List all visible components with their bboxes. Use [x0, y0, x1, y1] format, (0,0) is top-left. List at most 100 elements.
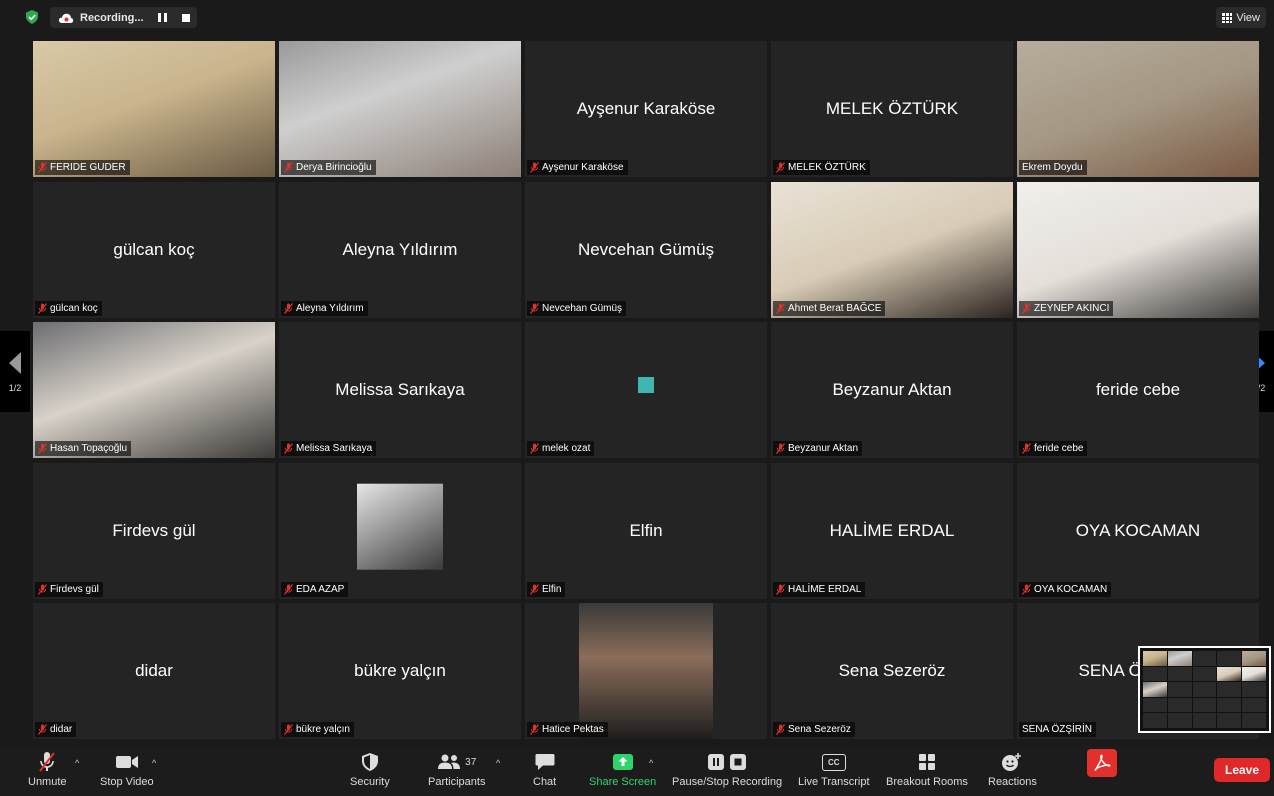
pause-icon: [708, 754, 725, 770]
stop-recording-icon[interactable]: [181, 13, 190, 22]
muted-microphone-icon: [530, 302, 539, 314]
participant-display-name: gülcan koç: [113, 239, 195, 259]
gallery-grid: FERIDE GUDER Derya Birincioğlu Ayşenur Kar…: [33, 41, 1259, 739]
participant-name-label: Ekrem Doydu: [1022, 162, 1083, 173]
participant-tile[interactable]: Ahmet Berat BAĞCE: [771, 181, 1013, 318]
leave-button[interactable]: Leave: [1214, 758, 1270, 782]
participant-name-label: melek ozat: [542, 443, 591, 454]
participant-name-label: Derya Birincioğlu: [296, 162, 372, 173]
share-options-caret-icon[interactable]: ^: [649, 758, 653, 768]
participant-tile[interactable]: Hasan Topaçoğlu: [33, 322, 275, 458]
participants-button[interactable]: 37 Participants: [428, 750, 485, 788]
acrobat-app-button[interactable]: [1087, 749, 1117, 777]
participant-tile[interactable]: MELEK ÖZTÜRK MELEK ÖZTÜRK: [771, 41, 1013, 177]
participants-caret-icon[interactable]: ^: [496, 758, 500, 768]
participants-icon: [438, 754, 461, 769]
thumbnail-cell: [1242, 682, 1266, 697]
thumbnail-cell: [1217, 666, 1242, 682]
participant-display-name: Nevcehan Gümüş: [577, 239, 715, 259]
participant-name-tag: SENA ÖZŞİRİN: [1019, 722, 1097, 737]
participant-tile[interactable]: Hatice Pektas: [525, 603, 767, 739]
participant-name-tag: Firdevs gül: [35, 581, 103, 597]
breakout-rooms-label: Breakout Rooms: [886, 776, 968, 788]
cloud-recording-icon: [58, 13, 74, 23]
participant-tile[interactable]: melek ozat: [525, 322, 767, 458]
thumbnail-grid: [1143, 651, 1266, 728]
participant-name-tag: Ayşenur Karaköse: [527, 160, 628, 175]
participant-tile[interactable]: didar didar: [33, 603, 275, 739]
thumbnail-preview[interactable]: [1138, 646, 1271, 733]
live-transcript-button[interactable]: CC Live Transcript: [798, 750, 870, 788]
share-screen-button[interactable]: Share Screen: [589, 750, 656, 788]
thumbnail-cell: [1143, 666, 1167, 682]
thumbnail-cell: [1217, 697, 1242, 713]
participant-tile[interactable]: EDA AZAP: [279, 462, 521, 599]
participant-name-tag: HALİME ERDAL: [773, 581, 866, 597]
participant-tile[interactable]: Aleyna Yıldırım Aleyna Yıldırım: [279, 181, 521, 318]
participant-tile[interactable]: Sena Sezeröz Sena Sezeröz: [771, 603, 1013, 739]
thumbnail-cell: [1167, 713, 1192, 728]
participant-tile[interactable]: Melissa Sarıkaya Melissa Sarıkaya: [279, 322, 521, 458]
participant-name-tag: Hasan Topaçoğlu: [35, 441, 132, 456]
participant-tile[interactable]: FERIDE GUDER: [33, 41, 275, 177]
unmute-button[interactable]: Unmute: [28, 750, 67, 788]
participant-tile[interactable]: Firdevs gül Firdevs gül: [33, 462, 275, 599]
pause-stop-recording-button[interactable]: Pause/Stop Recording: [672, 750, 782, 788]
participant-display-name: didar: [135, 661, 173, 680]
participant-name-tag: Nevcehan Gümüş: [527, 300, 627, 316]
video-options-caret-icon[interactable]: ^: [152, 758, 156, 768]
participant-name-label: Hatice Pektas: [542, 724, 604, 735]
participants-label: Participants: [428, 776, 486, 788]
thumbnail-cell: [1242, 666, 1266, 682]
participant-tile[interactable]: feride cebe feride cebe: [1017, 322, 1259, 458]
stop-video-button[interactable]: Stop Video: [100, 750, 154, 788]
participant-tile[interactable]: OYA KOCAMAN OYA KOCAMAN: [1017, 462, 1259, 599]
audio-options-caret-icon[interactable]: ^: [75, 758, 79, 768]
participant-name-tag: Elfin: [527, 581, 566, 597]
participant-display-name: Elfin: [629, 520, 663, 540]
participant-tile[interactable]: Nevcehan Gümüş Nevcehan Gümüş: [525, 181, 767, 318]
stop-icon: [730, 754, 747, 770]
share-screen-icon: [612, 754, 633, 770]
previous-page-button[interactable]: 1/2: [0, 331, 30, 412]
participant-name-tag: Ekrem Doydu: [1019, 160, 1087, 175]
participant-name-tag: EDA AZAP: [281, 581, 349, 597]
stop-video-label: Stop Video: [100, 776, 154, 788]
thumbnail-cell: [1192, 666, 1217, 682]
microphone-muted-icon: [39, 752, 56, 772]
participant-tile[interactable]: Derya Birincioğlu: [279, 41, 521, 177]
participant-display-name: feride cebe: [1095, 380, 1181, 399]
participant-tile[interactable]: Elfin Elfin: [525, 462, 767, 599]
share-screen-label: Share Screen: [589, 776, 657, 788]
participant-name-tag: ZEYNEP AKINCI: [1019, 300, 1114, 316]
pause-recording-icon[interactable]: [157, 13, 168, 22]
video-camera-icon: [115, 756, 138, 768]
participant-tile[interactable]: ZEYNEP AKINCI: [1017, 181, 1259, 318]
participant-video: [33, 322, 275, 458]
muted-microphone-icon: [38, 302, 47, 314]
participant-tile[interactable]: Ekrem Doydu: [1017, 41, 1259, 177]
participant-name-tag: Aleyna Yıldırım: [281, 300, 368, 316]
chat-bubble-icon: [535, 754, 555, 770]
chat-button[interactable]: Chat: [533, 750, 556, 788]
view-button[interactable]: View: [1216, 7, 1266, 28]
muted-microphone-icon: [284, 443, 293, 454]
participant-tile[interactable]: bükre yalçın bükre yalçın: [279, 603, 521, 739]
participant-tile[interactable]: gülcan koç gülcan koç: [33, 181, 275, 318]
participant-tile[interactable]: HALİME ERDAL HALİME ERDAL: [771, 462, 1013, 599]
participant-tile[interactable]: Ayşenur Karaköse Ayşenur Karaköse: [525, 41, 767, 177]
participant-name-label: EDA AZAP: [296, 583, 345, 595]
muted-microphone-icon: [38, 583, 47, 595]
participant-display-name: OYA KOCAMAN: [1075, 520, 1201, 540]
security-button[interactable]: Security: [350, 750, 390, 788]
closed-caption-icon: CC: [821, 753, 846, 771]
muted-microphone-icon: [38, 724, 47, 735]
shield-check-icon[interactable]: [25, 10, 39, 24]
reactions-button[interactable]: Reactions: [988, 750, 1037, 788]
thumbnail-cell: [1192, 651, 1217, 666]
participant-display-name: Sena Sezeröz: [838, 661, 946, 680]
breakout-rooms-button[interactable]: Breakout Rooms: [886, 750, 968, 788]
muted-microphone-icon: [1022, 583, 1031, 595]
participant-name-tag: didar: [35, 722, 77, 737]
participant-tile[interactable]: Beyzanur Aktan Beyzanur Aktan: [771, 322, 1013, 458]
